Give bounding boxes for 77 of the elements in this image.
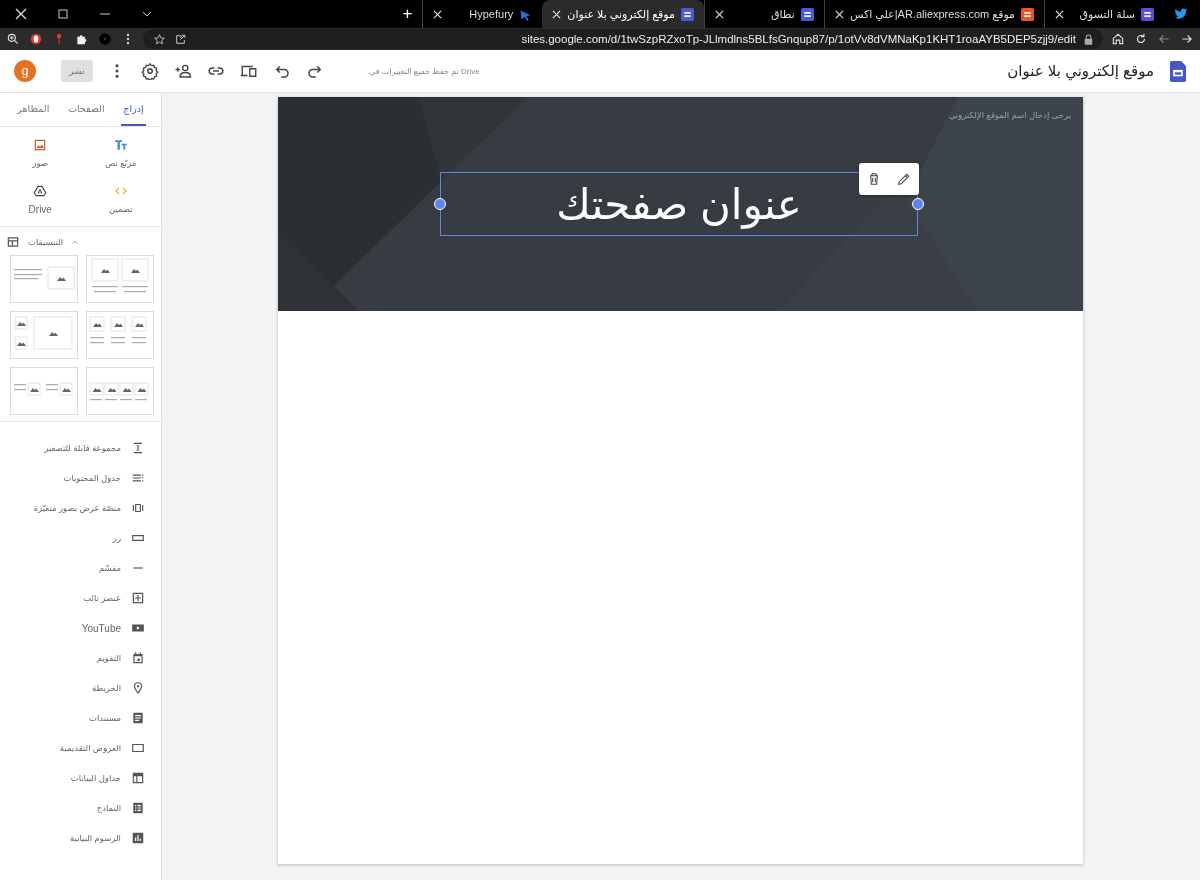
zoom-icon[interactable] [6,32,20,46]
layouts-heading: التنسيقات [28,237,64,247]
insert-item[interactable]: تضمين [80,183,161,216]
component-item[interactable]: مستندات [0,703,161,733]
sites-logo-icon [1170,60,1186,82]
tab-title: موقع إلكتروني بلا عنوان [567,7,675,21]
component-item[interactable]: زر [0,523,161,553]
component-item[interactable]: النماذج [0,793,161,823]
bird-icon[interactable] [1174,7,1188,21]
component-item[interactable]: التقويم [0,643,161,673]
layout-thumbnail[interactable] [86,255,154,303]
close-icon[interactable] [834,9,844,19]
text-icon [113,138,128,152]
tab-title: سلة التسوق [1078,7,1135,21]
component-item[interactable]: الخريطة [0,673,161,703]
slides-icon [131,741,145,755]
component-item[interactable]: جداول البيانات [0,763,161,793]
component-item[interactable]: منصّة عرض بصور متغيّرة [0,493,161,523]
sidebar-tab[interactable]: المظاهر [15,93,52,126]
layout-thumbnail[interactable] [10,367,78,415]
insert-item[interactable]: Drive [0,183,81,216]
reload-icon[interactable] [1134,32,1148,46]
site-icon [1021,7,1034,21]
save-status: تم حفظ جميع التغييرات في Drive [369,66,480,76]
insert-item[interactable]: صور [0,137,81,169]
pencil-icon[interactable] [896,171,912,187]
image-icon [33,138,48,152]
address-bar[interactable]: sites.google.com/d/1twSzpRZxoTp-JLlmdlns5BLfsGnqup87/p/1otVv8dVMNaKp1KHT1roaAYB5DEP5zjj9/edit [143,29,1103,49]
tab-title: نطاق [769,7,795,21]
component-item[interactable]: مقسّم [0,553,161,583]
lock-icon [1084,33,1093,45]
plus-box-icon [131,591,145,605]
site-icon [1141,7,1154,21]
layout-thumbnail[interactable] [86,311,154,359]
component-item[interactable]: مجموعة قابلة للتصغير [0,433,161,463]
url-text: sites.google.com/d/1twSzpRZxoTp-JLlmdlns5BLfsGnqup87/p/1otVv8dVMNaKp1KHT1roaAYB5DEP5zjj9/edit [521,33,1076,45]
carousel-icon [131,501,145,515]
table-icon [131,771,145,785]
drive-icon [33,184,48,198]
close-icon[interactable] [714,9,724,19]
home-icon[interactable] [1111,32,1125,46]
extension-icon[interactable] [29,32,43,46]
insert-item[interactable]: مربّع نص [80,137,161,169]
close-icon[interactable] [552,9,562,19]
site-icon [800,7,814,21]
component-item[interactable]: العروض التقديمية [0,733,161,763]
layout-thumbnail[interactable] [10,255,78,303]
site-title[interactable]: موقع إلكتروني بلا عنوان [1007,62,1154,80]
component-item[interactable]: YouTube [0,613,161,643]
component-item[interactable]: عنصر نائب [0,583,161,613]
browser-tab[interactable]: موقع إلكتروني بلا عنوان [542,0,704,28]
layout-thumbnail[interactable] [86,367,154,415]
layout-icon [6,235,20,249]
tab-title: موقع AR.aliexpress.com|علي اكس [849,7,1015,21]
settings-icon[interactable] [141,62,159,80]
sidebar-tab[interactable]: إدراج [121,93,146,126]
close-icon[interactable] [1055,9,1064,19]
puzzle-icon[interactable] [75,32,89,46]
close-icon[interactable] [433,9,443,19]
expand-icon [131,441,145,455]
form-icon [131,801,145,815]
star-icon[interactable] [153,32,166,46]
new-tab-button[interactable]: + [392,0,423,28]
site-name-field[interactable]: يرجى إدخال اسم الموقع الإلكتروني [948,110,1071,120]
document-icon [131,711,145,725]
calendar-icon [131,651,145,665]
sidebar-tab[interactable]: الصفحات [66,93,107,126]
back-arrow-icon[interactable] [1157,32,1171,46]
layout-thumbnail[interactable] [10,311,78,359]
site-icon [680,7,694,21]
map-pin-icon [131,681,145,695]
component-item[interactable]: الرسوم البيانية [0,823,161,853]
bar-chart-icon [131,831,145,845]
add-person-icon[interactable] [174,62,192,80]
tab-title: Hypefury [468,8,514,20]
component-item[interactable]: جدول المحتويات [0,463,161,493]
share-icon[interactable] [174,32,187,46]
